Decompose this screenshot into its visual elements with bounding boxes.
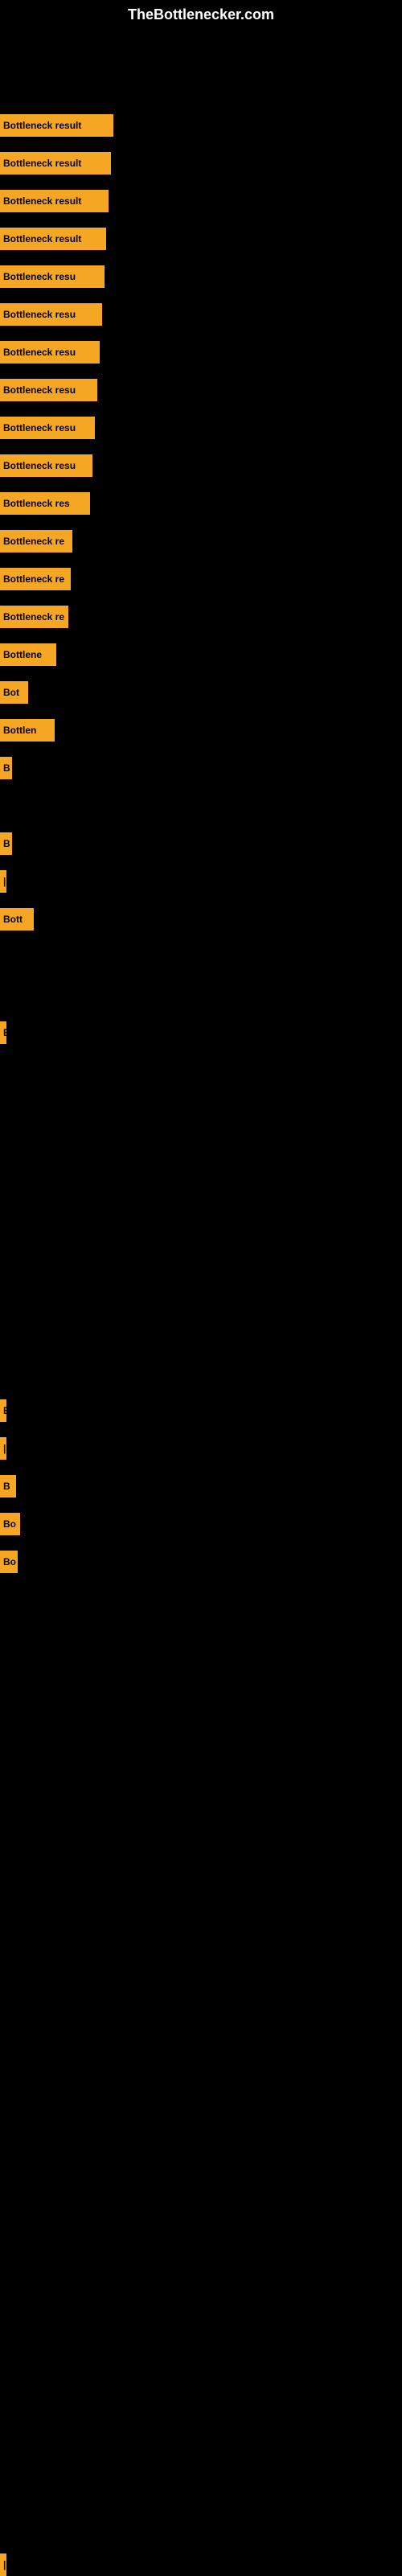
- site-title: TheBottlenecker.com: [0, 0, 402, 30]
- bottleneck-bar: |: [0, 870, 6, 893]
- bottleneck-label: |: [3, 876, 6, 887]
- bottleneck-bar: Bottleneck result: [0, 190, 109, 212]
- bottleneck-label: Bo: [3, 1556, 16, 1567]
- bottleneck-label: Bottleneck result: [3, 233, 81, 244]
- bottleneck-label: Bottleneck resu: [3, 422, 76, 433]
- bottleneck-label: B: [3, 762, 10, 774]
- bottleneck-label: Bottlene: [3, 649, 42, 660]
- bottleneck-label: B: [3, 838, 10, 849]
- bottleneck-bar: Bottleneck resu: [0, 379, 97, 401]
- bottleneck-bar: Bottleneck re: [0, 568, 71, 590]
- bottleneck-bar: Bottleneck result: [0, 228, 106, 250]
- bottleneck-label: Bottleneck result: [3, 120, 81, 131]
- bottleneck-bar: Bott: [0, 908, 34, 931]
- bottleneck-bar: Bo: [0, 1513, 20, 1535]
- bottleneck-label: Bottleneck re: [3, 611, 64, 622]
- bottleneck-label: Bottleneck res: [3, 498, 70, 509]
- bottleneck-bar: Bottleneck resu: [0, 341, 100, 364]
- bottleneck-bar: Bottleneck re: [0, 606, 68, 628]
- bottleneck-bar: Bottlene: [0, 643, 56, 666]
- bottleneck-label: Bottleneck re: [3, 536, 64, 547]
- bottleneck-bar: Bottleneck resu: [0, 265, 105, 288]
- bottleneck-label: Bottlen: [3, 725, 36, 736]
- bottleneck-bar: Bo: [0, 1551, 18, 1573]
- bottleneck-bar: B: [0, 1475, 16, 1498]
- bottleneck-label: B: [3, 1481, 10, 1492]
- bottleneck-label: Bottleneck resu: [3, 309, 76, 320]
- bottleneck-bar: Bottleneck resu: [0, 454, 92, 477]
- bottleneck-bar: |: [0, 1437, 6, 1460]
- bottleneck-label: Bottleneck resu: [3, 384, 76, 396]
- bottleneck-label: Bottleneck re: [3, 573, 64, 585]
- bottleneck-bar: Bot: [0, 681, 28, 704]
- bottleneck-bar: Bottlen: [0, 719, 55, 742]
- bottleneck-bar: Bottleneck re: [0, 530, 72, 553]
- bottleneck-bar: B: [0, 832, 12, 855]
- bottleneck-bar: E: [0, 1021, 6, 1044]
- bottleneck-bar: Bottleneck result: [0, 152, 111, 175]
- bottleneck-label: Bottleneck resu: [3, 347, 76, 358]
- bottleneck-bar: |: [0, 2553, 6, 2576]
- bottleneck-label: Bottleneck result: [3, 195, 81, 207]
- bottleneck-label: |: [3, 1443, 6, 1454]
- bottleneck-label: Bo: [3, 1518, 16, 1530]
- bottleneck-label: |: [3, 2559, 6, 2570]
- bottleneck-bar: Bottleneck resu: [0, 303, 102, 326]
- bottleneck-bar: Bottleneck result: [0, 114, 113, 137]
- bottleneck-label: E: [3, 1027, 6, 1038]
- bottleneck-label: Bott: [3, 914, 23, 925]
- bottleneck-label: Bottleneck result: [3, 158, 81, 169]
- bottleneck-label: Bottleneck resu: [3, 460, 76, 471]
- bottleneck-label: E: [3, 1405, 6, 1416]
- bottleneck-bar: Bottleneck res: [0, 492, 90, 515]
- bottleneck-bar: B: [0, 757, 12, 779]
- bottleneck-bar: E: [0, 1399, 6, 1422]
- bottleneck-label: Bot: [3, 687, 19, 698]
- bottleneck-bar: Bottleneck resu: [0, 417, 95, 439]
- bottleneck-label: Bottleneck resu: [3, 271, 76, 282]
